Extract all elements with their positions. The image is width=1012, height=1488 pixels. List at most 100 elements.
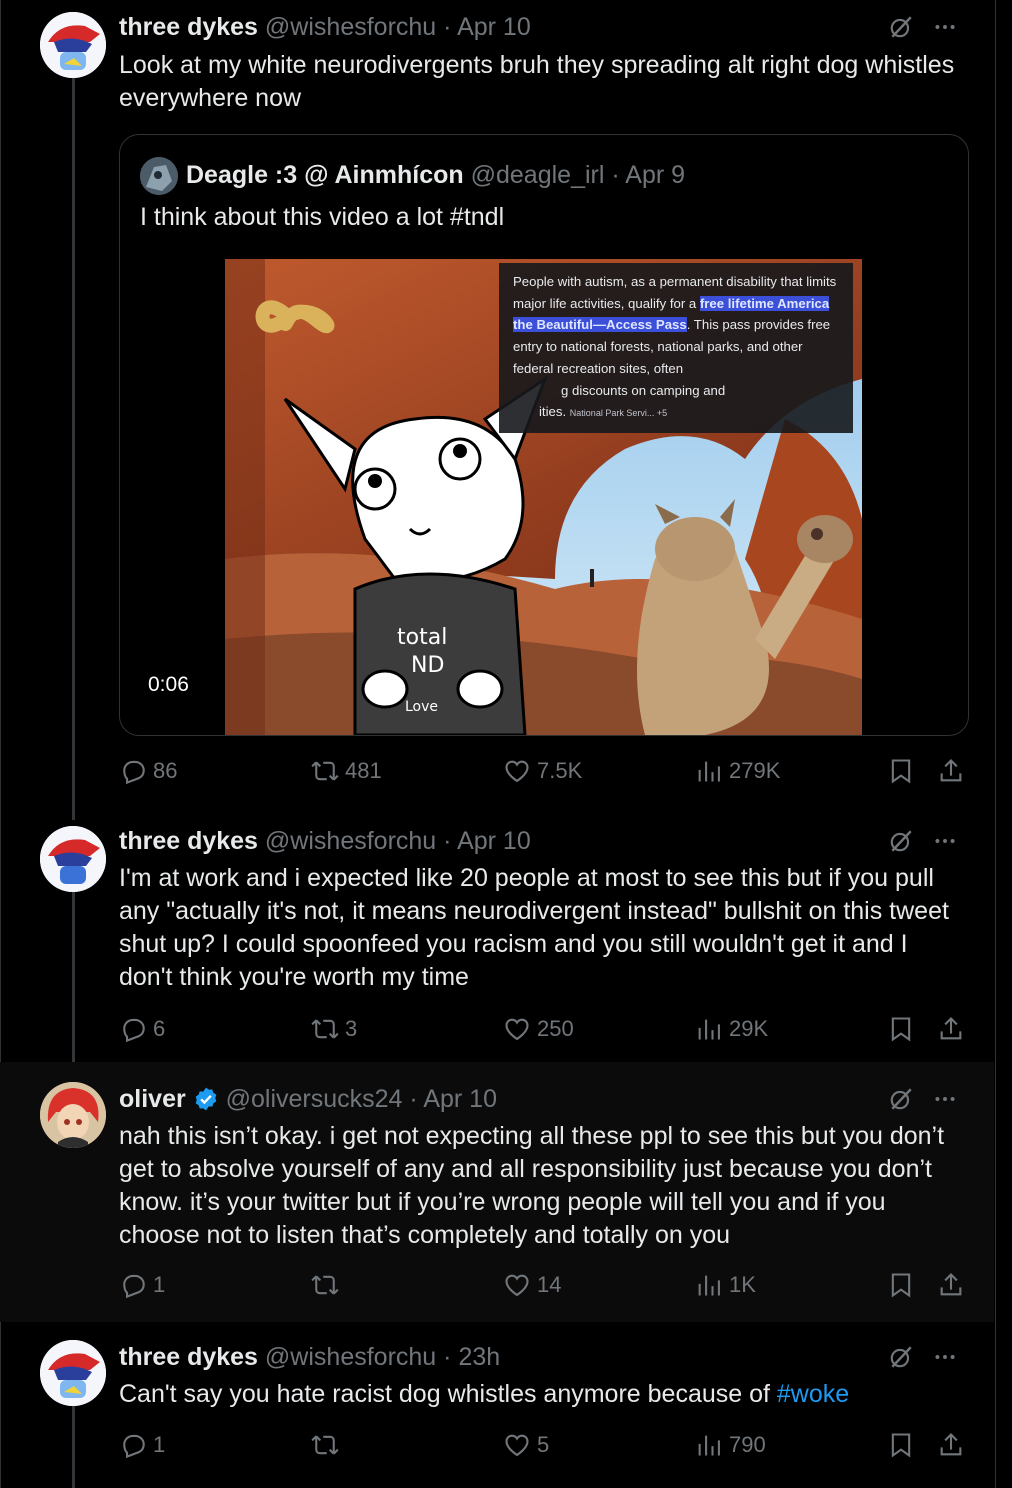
bookmark-button[interactable] bbox=[887, 757, 915, 785]
display-name[interactable]: three dykes bbox=[119, 13, 258, 41]
tweet-text: Look at my white neurodivergents bruh th… bbox=[119, 51, 955, 112]
bookmark-button[interactable] bbox=[887, 1015, 915, 1043]
share-button[interactable] bbox=[937, 757, 965, 785]
display-name[interactable]: oliver bbox=[119, 1085, 186, 1113]
share-button[interactable] bbox=[937, 1015, 965, 1043]
reply-icon bbox=[119, 757, 147, 785]
quoted-header: Deagle :3 @ Ainmhícon @deagle_irl · Apr … bbox=[186, 161, 685, 190]
separator: · bbox=[443, 827, 452, 855]
repost-button[interactable]: 481 bbox=[311, 757, 382, 785]
reply-button[interactable]: 6 bbox=[119, 1015, 165, 1043]
display-name[interactable]: three dykes bbox=[119, 827, 258, 855]
tweet[interactable]: oliver @oliversucks24 · Apr 10 nah this … bbox=[0, 1062, 994, 1322]
quoted-avatar[interactable] bbox=[140, 157, 178, 195]
repost-icon bbox=[311, 1431, 339, 1459]
repost-button[interactable]: 3 bbox=[311, 1015, 357, 1043]
bookmark-button[interactable] bbox=[887, 1271, 915, 1299]
avatar[interactable] bbox=[40, 826, 106, 892]
repost-icon bbox=[311, 1271, 339, 1299]
action-bar: 1 14 1K bbox=[119, 1271, 965, 1301]
grok-icon[interactable] bbox=[888, 828, 914, 854]
share-button[interactable] bbox=[937, 1271, 965, 1299]
like-button[interactable]: 250 bbox=[503, 1015, 574, 1043]
quoted-timestamp[interactable]: Apr 9 bbox=[625, 161, 685, 189]
handle[interactable]: @wishesforchu bbox=[265, 13, 436, 41]
views-button[interactable]: 29K bbox=[695, 1015, 768, 1043]
tweet-top-icons bbox=[888, 14, 958, 40]
reply-icon bbox=[119, 1271, 147, 1299]
video-duration: 0:06 bbox=[148, 673, 189, 696]
bookmark-button[interactable] bbox=[887, 1431, 915, 1459]
repost-icon bbox=[311, 1015, 339, 1043]
grok-icon[interactable] bbox=[888, 1344, 914, 1370]
more-icon[interactable] bbox=[932, 14, 958, 40]
quoted-tweet[interactable]: Deagle :3 @ Ainmhícon @deagle_irl · Apr … bbox=[119, 134, 969, 736]
reply-button[interactable]: 1 bbox=[119, 1271, 165, 1299]
more-icon[interactable] bbox=[932, 1344, 958, 1370]
views-icon bbox=[695, 1431, 723, 1459]
action-bar: 6 3 250 29K bbox=[119, 1015, 965, 1045]
hashtag-link[interactable]: #woke bbox=[777, 1380, 849, 1408]
repost-button[interactable] bbox=[311, 1271, 345, 1299]
column-border bbox=[995, 0, 996, 1488]
bookmark-icon bbox=[887, 1015, 915, 1043]
heart-icon bbox=[503, 1015, 531, 1043]
timestamp[interactable]: 23h bbox=[458, 1343, 500, 1371]
bookmark-icon bbox=[887, 1271, 915, 1299]
heart-icon bbox=[503, 1431, 531, 1459]
verified-badge-icon bbox=[195, 1087, 216, 1111]
views-icon bbox=[695, 757, 723, 785]
handle[interactable]: @wishesforchu bbox=[265, 1343, 436, 1371]
repost-button[interactable] bbox=[311, 1431, 345, 1459]
like-button[interactable]: 5 bbox=[503, 1431, 549, 1459]
video-player[interactable]: total ND Love People with autism, as a p… bbox=[225, 259, 862, 735]
grok-icon[interactable] bbox=[888, 1086, 914, 1112]
like-button[interactable]: 7.5K bbox=[503, 757, 582, 785]
shirt-text: ND bbox=[411, 653, 444, 678]
avatar[interactable] bbox=[40, 1340, 106, 1406]
tweet[interactable]: three dykes @wishesforchu · Apr 10 I'm a… bbox=[0, 810, 994, 1062]
avatar[interactable] bbox=[40, 12, 106, 78]
tweet-header: three dykes @wishesforchu · Apr 10 bbox=[119, 826, 531, 856]
reply-button[interactable]: 86 bbox=[119, 757, 177, 785]
tweet-text: I'm at work and i expected like 20 peopl… bbox=[119, 864, 949, 991]
avatar[interactable] bbox=[40, 1082, 106, 1148]
quoted-handle[interactable]: @deagle_irl bbox=[471, 161, 605, 189]
tweet-top-icons bbox=[888, 1344, 958, 1370]
reply-icon bbox=[119, 1431, 147, 1459]
heart-icon bbox=[503, 757, 531, 785]
bookmark-icon bbox=[887, 757, 915, 785]
tweet[interactable]: three dykes @wishesforchu · Apr 10 Look … bbox=[0, 0, 994, 810]
handle[interactable]: @wishesforchu bbox=[265, 827, 436, 855]
views-button[interactable]: 1K bbox=[695, 1271, 756, 1299]
tweet[interactable]: three dykes @wishesforchu · 23h Can't sa… bbox=[0, 1322, 994, 1488]
views-button[interactable]: 790 bbox=[695, 1431, 766, 1459]
share-icon bbox=[937, 757, 965, 785]
quoted-display-name[interactable]: Deagle :3 @ Ainmhícon bbox=[186, 161, 464, 189]
heart-icon bbox=[503, 1271, 531, 1299]
tweet-text: nah this isn’t okay. i get not expecting… bbox=[119, 1122, 945, 1249]
separator: · bbox=[443, 13, 452, 41]
views-button[interactable]: 279K bbox=[695, 757, 780, 785]
grok-icon[interactable] bbox=[888, 14, 914, 40]
separator: · bbox=[611, 161, 620, 189]
share-button[interactable] bbox=[937, 1431, 965, 1459]
separator: · bbox=[409, 1085, 418, 1113]
more-icon[interactable] bbox=[932, 828, 958, 854]
timestamp[interactable]: Apr 10 bbox=[423, 1085, 497, 1113]
reply-button[interactable]: 1 bbox=[119, 1431, 165, 1459]
quoted-text: I think about this video a lot #tndl bbox=[140, 203, 505, 231]
tweet-text: Can't say you hate racist dog whistles a… bbox=[119, 1380, 850, 1408]
like-button[interactable]: 14 bbox=[503, 1271, 561, 1299]
repost-icon bbox=[311, 757, 339, 785]
display-name[interactable]: three dykes bbox=[119, 1343, 258, 1371]
more-icon[interactable] bbox=[932, 1086, 958, 1112]
handle[interactable]: @oliversucks24 bbox=[226, 1085, 403, 1113]
tweet-header: oliver @oliversucks24 · Apr 10 bbox=[119, 1084, 497, 1114]
shirt-text: Love bbox=[405, 699, 438, 715]
timestamp[interactable]: Apr 10 bbox=[457, 13, 531, 41]
timestamp[interactable]: Apr 10 bbox=[457, 827, 531, 855]
tweet-header: three dykes @wishesforchu · Apr 10 bbox=[119, 12, 531, 42]
share-icon bbox=[937, 1431, 965, 1459]
tweet-top-icons bbox=[888, 828, 958, 854]
